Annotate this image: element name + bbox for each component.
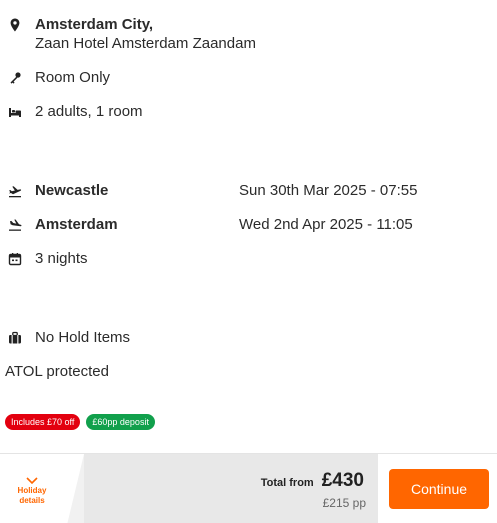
occupancy: 2 adults, 1 room xyxy=(35,103,143,120)
board-basis: Room Only xyxy=(35,69,111,86)
return-flight-row: Amsterdam Wed 2nd Apr 2025 - 11:05 xyxy=(5,215,485,234)
calendar-icon xyxy=(5,250,25,268)
return-airport: Amsterdam xyxy=(35,216,118,233)
total-price: £430 xyxy=(321,470,364,491)
holiday-details-label-line2: details xyxy=(19,495,45,505)
hotel-name: Zaan Hotel Amsterdam Zaandam xyxy=(35,35,256,52)
key-icon xyxy=(5,69,25,87)
duration-row: 3 nights xyxy=(5,249,88,268)
atol-protected: ATOL protected xyxy=(5,363,109,380)
luggage-icon xyxy=(5,329,25,347)
hotel-location: Amsterdam City, Zaan Hotel Amsterdam Zaa… xyxy=(5,15,256,53)
occupancy-row: 2 adults, 1 room xyxy=(5,102,143,121)
return-datetime: Wed 2nd Apr 2025 - 11:05 xyxy=(239,216,413,233)
board-row: Room Only xyxy=(5,68,110,87)
holiday-details-label-line1: Holiday xyxy=(17,485,47,495)
holiday-details-button[interactable]: Holiday details xyxy=(0,454,84,523)
plane-departure-icon xyxy=(5,182,25,200)
departure-airport: Newcastle xyxy=(35,182,109,199)
bed-icon xyxy=(5,103,25,121)
atol-row: ATOL protected xyxy=(5,362,109,381)
departure-datetime: Sun 30th Mar 2025 - 07:55 xyxy=(239,182,418,199)
total-label: Total from xyxy=(260,477,314,489)
location-pin-icon xyxy=(5,16,25,34)
cta-area: Continue xyxy=(378,454,497,523)
hotel-city: Amsterdam City, xyxy=(35,16,154,33)
per-person-price: £215 pp xyxy=(322,496,366,510)
deposit-badge: £60pp deposit xyxy=(86,414,155,430)
hold-items: No Hold Items xyxy=(35,329,131,346)
outbound-flight-row: Newcastle Sun 30th Mar 2025 - 07:55 xyxy=(5,181,485,200)
discount-badge: Includes £70 off xyxy=(5,414,81,430)
hold-items-row: No Hold Items xyxy=(5,328,130,347)
chevron-down-icon xyxy=(25,473,39,484)
duration: 3 nights xyxy=(35,250,88,267)
continue-button[interactable]: Continue xyxy=(389,469,489,509)
plane-arrival-icon xyxy=(5,216,25,234)
offer-badges: Includes £70 off £60pp deposit xyxy=(5,414,155,430)
price-summary: Total from £430 £215 pp xyxy=(84,454,378,523)
booking-footer: Total from £430 £215 pp Holiday details … xyxy=(0,453,497,523)
